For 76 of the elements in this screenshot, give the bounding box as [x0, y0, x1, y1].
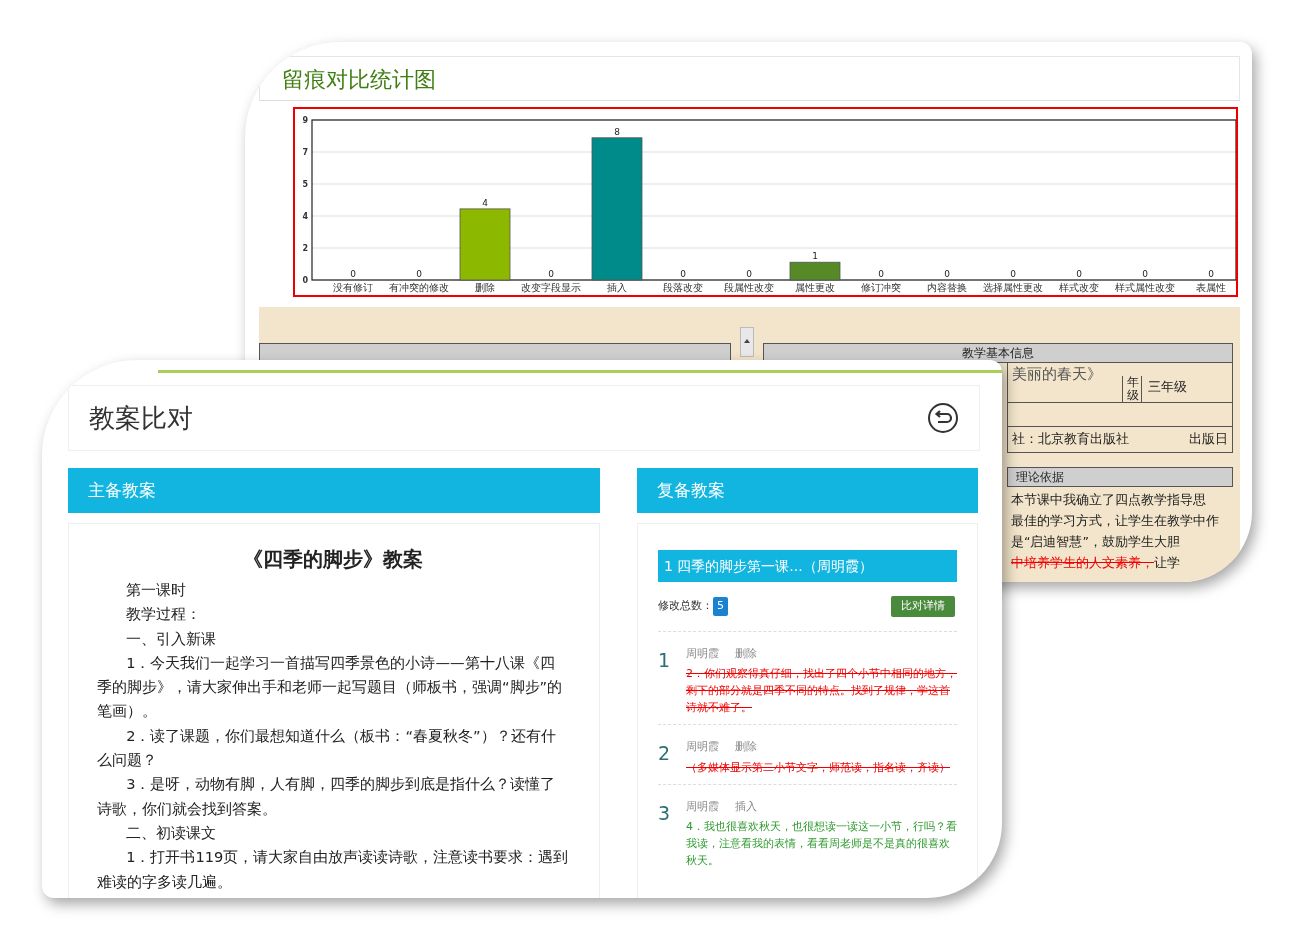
revision-text: 2．你们观察得真仔细，找出了四个小节中相同的地方，剩下的部分就是四季不同的特点。找到了规律，学这首诗就不难了。: [686, 666, 957, 716]
revision-text: （多媒体显示第二小节文字，师范读，指名读，齐读）: [686, 759, 950, 776]
revision-text: 4．我也很喜欢秋天，也很想读一读这一小节，行吗？看我读，注意看我的表情，看看周老师是不是真的很喜欢秋天。: [686, 819, 957, 869]
author-name: 周明霞: [686, 739, 719, 755]
paragraph: 教学过程：: [125, 604, 203, 625]
axis-tick-label: 9: [302, 116, 308, 125]
category-label: 表属性: [1196, 282, 1226, 293]
panel-header: 复备教案: [637, 468, 978, 513]
change-type: 插入: [735, 798, 757, 815]
category-label: 插入: [607, 282, 627, 293]
back-button[interactable]: [927, 402, 959, 434]
data-label: 4: [482, 197, 488, 208]
data-label: 0: [746, 269, 752, 279]
data-label: 8: [614, 126, 620, 137]
table-header: 教学基本信息: [763, 343, 1233, 363]
panel-header: 主备教案: [68, 468, 600, 513]
item-number: 1: [658, 647, 672, 673]
data-label: 0: [416, 269, 422, 279]
text-line: 本节课中我确立了四点教学指导思: [1011, 491, 1207, 509]
chart-title: 留痕对比统计图: [259, 56, 1240, 101]
field-label: 年级: [1122, 375, 1142, 402]
category-label: 修订冲突: [861, 282, 901, 293]
category-label: 没有修订: [333, 282, 373, 293]
item-number: 3: [658, 800, 672, 826]
data-label: 0: [1142, 269, 1148, 279]
data-label: 1: [812, 251, 818, 262]
count-label: 修改总数：: [658, 598, 713, 614]
author-name: 周明霞: [686, 645, 719, 662]
category-label: 改变字段显示: [521, 282, 581, 293]
category-label: 删除: [475, 282, 495, 293]
field-value: 社：北京教育出版社: [1012, 430, 1129, 448]
axis-tick-label: 2: [302, 244, 308, 253]
data-label: 0: [1076, 269, 1082, 279]
data-label: 0: [1208, 269, 1214, 279]
text-line: 中培养学生的人文素养，让学: [1011, 554, 1181, 572]
paragraph: 1．今天我们一起学习一首描写四季景色的小诗——第十八课《四季的脚步》，请大家伸出手和老师一起写题目（师板书，强调“脚步”的笔画）。: [97, 652, 564, 722]
category-label: 属性更改: [795, 282, 835, 293]
bar: [789, 261, 841, 281]
page-title: 教案比对: [89, 401, 193, 435]
axis-tick-label: 0: [302, 276, 308, 285]
paragraph: 3．是呀，动物有脚，人有脚，四季的脚步到底是指什么？读懂了诗歌，你们就会找到答案。: [97, 774, 557, 819]
paragraph: 一、引入新课: [125, 628, 218, 649]
paragraph: 2．读了课题，你们最想知道什么（板书：“春夏秋冬”）？还有什么问题？: [97, 725, 557, 771]
category-label: 内容替换: [927, 282, 967, 293]
paragraph: 二、初读课文: [125, 822, 218, 843]
table-header: 理论依据: [1007, 467, 1233, 487]
data-label: 0: [350, 269, 356, 279]
data-label: 0: [1010, 269, 1016, 279]
count-badge: 5: [713, 597, 728, 616]
category-label: 样式属性改变: [1115, 282, 1175, 293]
category-label: 有冲突的修改: [389, 282, 449, 293]
category-label: 选择属性更改: [983, 282, 1043, 293]
text-line: 最佳的学习方式，让学生在教学中作: [1011, 512, 1219, 530]
axis-tick-label: 5: [302, 180, 308, 189]
text-line: 是“启迪智慧”，鼓励学生大胆: [1011, 533, 1181, 551]
category-label: 样式改变: [1059, 282, 1099, 293]
change-type: 删除: [735, 739, 757, 755]
author-name: 周明霞: [686, 798, 719, 815]
compare-button[interactable]: 比对详情: [891, 596, 955, 617]
item-number: 2: [658, 741, 672, 766]
field-value: 三年级: [1147, 378, 1188, 396]
paragraph: 1．打开书119页，请大家自由放声读读诗歌，注意读书要求：遇到难读的字多读几遍。: [97, 847, 569, 892]
entry-title: 1 四季的脚步第一课...（周明霞）: [658, 550, 957, 582]
paragraph: 第一课时: [125, 580, 188, 600]
lesson-title: 美丽的春天》: [1012, 364, 1102, 385]
document-title: 《四季的脚步》教案: [242, 546, 424, 573]
data-label: 0: [944, 269, 950, 279]
category-label: 段属性改变: [724, 282, 774, 293]
change-type: 删除: [735, 645, 757, 662]
field-label: 出版日: [1189, 430, 1228, 448]
data-label: 0: [878, 269, 884, 279]
category-label: 段落改变: [663, 282, 703, 293]
axis-tick-label: 4: [302, 212, 308, 221]
axis-tick-label: 7: [302, 148, 308, 157]
data-label: 0: [548, 269, 554, 279]
data-label: 0: [680, 269, 686, 279]
